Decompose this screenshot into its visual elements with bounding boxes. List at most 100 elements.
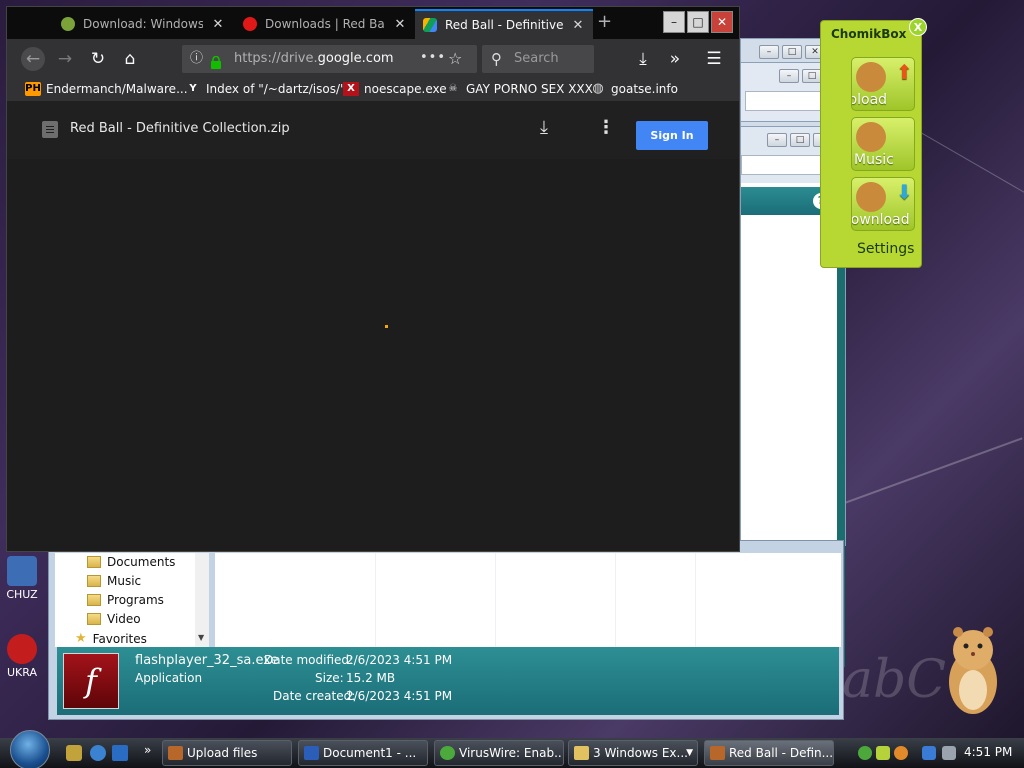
hamster-mascot-icon[interactable] — [940, 620, 1006, 716]
bookmark-goatse[interactable]: ◍ goatse.info — [590, 82, 678, 97]
sign-in-button[interactable]: Sign In — [636, 121, 708, 150]
taskbar-item-upload-files[interactable]: Upload files — [162, 740, 292, 766]
hamster-headphones-icon — [856, 122, 886, 152]
scrollbar[interactable]: ▼ — [195, 553, 209, 647]
chevron-down-icon: ▼ — [686, 748, 693, 758]
close-tab-icon[interactable]: ✕ — [393, 17, 407, 32]
taskbar-item-windows-explorer[interactable]: 3 Windows Ex... ▼ — [568, 740, 698, 766]
maximize-button[interactable]: □ — [782, 45, 802, 59]
tab-label: Downloads | Red Ball — [265, 17, 385, 31]
clock[interactable]: 4:51 PM — [964, 745, 1012, 759]
maximize-button[interactable]: □ — [802, 69, 822, 83]
tab-red-ball-collection[interactable]: Red Ball - Definitive Co ✕ — [415, 9, 593, 39]
arrow-up-icon: ⬆ — [896, 60, 913, 84]
taskbar-item-viruswire[interactable]: VirusWire: Enab... — [434, 740, 564, 766]
tab-downloads-red-ball[interactable]: Downloads | Red Ball ✕ — [235, 9, 415, 39]
flash-player-icon: f — [63, 653, 119, 709]
show-desktop-icon[interactable] — [112, 745, 128, 761]
hamster-icon — [856, 182, 886, 212]
quick-launch-icon[interactable] — [66, 745, 82, 761]
desktop-icon-chuz[interactable]: CHUZ — [0, 556, 44, 601]
ie-icon[interactable] — [90, 745, 106, 761]
settings-link[interactable]: Settings — [857, 241, 914, 257]
firefox-window[interactable]: Download: Windows ✕ Downloads | Red Ball… — [6, 6, 740, 552]
back-icon[interactable]: ← — [21, 47, 45, 71]
column-divider — [495, 553, 496, 647]
download-icon[interactable]: ⤓ — [540, 117, 548, 138]
chomikbox-widget[interactable]: ChomikBox X ⬆ Upload Music ⬇ Download Se… — [820, 18, 927, 268]
shortcut-icon — [7, 556, 37, 586]
maximize-button[interactable]: □ — [687, 11, 709, 33]
bookmark-noescape[interactable]: X noescape.exe — [343, 82, 447, 96]
network-tray-icon[interactable] — [858, 746, 872, 760]
hamster-icon — [856, 62, 886, 92]
bookmark-label: Index of "/~dartz/isos/" — [206, 82, 346, 96]
downloads-icon[interactable]: ⤓ — [631, 47, 655, 71]
minimize-button[interactable]: – — [663, 11, 685, 33]
info-icon[interactable]: ⓘ — [190, 45, 203, 73]
tree-item-video[interactable]: Video — [87, 612, 141, 626]
search-tray-icon[interactable] — [894, 746, 908, 760]
bookmark-index-dartz[interactable]: Y Index of "/~dartz/isos/" — [185, 82, 346, 96]
ycombinator-icon: Y — [189, 83, 197, 94]
system-tray: 4:51 PM — [852, 738, 1024, 768]
minimize-button[interactable]: – — [759, 45, 779, 59]
bookmark-gay-porno[interactable]: ☠ GAY PORNO SEX XXX — [445, 82, 593, 96]
desktop-icon-ukra[interactable]: UKRA — [0, 634, 44, 679]
tree-item-programs[interactable]: Programs — [87, 593, 164, 607]
bookmark-label: noescape.exe — [364, 82, 447, 96]
minimize-button[interactable]: – — [779, 69, 799, 83]
volume-muted-icon[interactable] — [942, 746, 956, 760]
new-tab-button[interactable]: + — [597, 13, 612, 31]
home-icon[interactable]: ⌂ — [118, 47, 142, 71]
tree-item-label: Programs — [107, 593, 164, 607]
music-button[interactable]: Music — [851, 117, 915, 171]
close-tab-icon[interactable]: ✕ — [571, 18, 585, 33]
bookmark-star-icon[interactable]: ☆ — [448, 45, 462, 73]
download-label: Download — [851, 212, 910, 228]
maximize-button[interactable]: □ — [790, 133, 810, 147]
chomik-tray-icon[interactable] — [876, 746, 890, 760]
taskbar-item-red-ball[interactable]: Red Ball - Defin... — [704, 740, 834, 766]
url-bar[interactable]: ⓘ https://drive.google.com ••• ☆ — [182, 45, 477, 73]
lock-icon[interactable] — [210, 52, 222, 69]
forward-icon[interactable]: → — [53, 47, 77, 71]
taskbar-item-label: Red Ball - Defin... — [729, 746, 834, 760]
search-input[interactable]: ⚲ Search — [482, 45, 594, 73]
navigation-toolbar: ← → ↻ ⌂ ⓘ https://drive.google.com ••• ☆… — [7, 39, 739, 79]
bookmark-endermanch[interactable]: PH Endermanch/Malware... — [25, 82, 188, 96]
page-actions-icon[interactable]: ••• — [420, 44, 446, 72]
tree-item-label: Documents — [107, 555, 176, 569]
display-tray-icon[interactable] — [922, 746, 936, 760]
overflow-menu-icon[interactable]: » — [663, 47, 687, 71]
start-button[interactable] — [10, 730, 50, 768]
date-created-label: Date created: — [273, 689, 356, 703]
details-file-name: flashplayer_32_sa.exe — [135, 653, 279, 668]
upload-button[interactable]: ⬆ Upload — [851, 57, 915, 111]
reload-icon[interactable]: ↻ — [86, 47, 110, 71]
taskbar-item-document1[interactable]: Document1 - ... — [298, 740, 428, 766]
download-button[interactable]: ⬇ Download — [851, 177, 915, 231]
tree-item-favorites[interactable]: ★ Favorites — [75, 631, 147, 646]
url-text[interactable]: https://drive.google.com — [234, 45, 394, 73]
hamburger-menu-icon[interactable]: ☰ — [702, 47, 726, 71]
close-tab-icon[interactable]: ✕ — [211, 17, 225, 32]
tree-item-documents[interactable]: Documents — [87, 555, 175, 569]
close-button[interactable]: ✕ — [711, 11, 733, 33]
file-list[interactable] — [215, 553, 841, 647]
close-icon[interactable]: X — [909, 18, 927, 36]
navigation-tree[interactable]: Documents Music Programs Video ★ Favorite… — [55, 553, 209, 647]
radiation-icon — [7, 634, 37, 664]
quick-launch-more[interactable]: » — [144, 743, 151, 757]
desktop-icon-label: UKRA — [7, 666, 37, 679]
scroll-down-icon[interactable]: ▼ — [198, 633, 204, 642]
word-icon — [304, 746, 319, 760]
size-label: Size: — [315, 671, 344, 685]
tab-download-windows[interactable]: Download: Windows ✕ — [53, 9, 233, 39]
explorer-window[interactable]: Documents Music Programs Video ★ Favorite… — [48, 540, 844, 720]
tree-item-label: Favorites — [92, 631, 147, 646]
minimize-button[interactable]: – — [767, 133, 787, 147]
tree-item-music[interactable]: Music — [87, 574, 141, 588]
more-options-icon[interactable]: ⋮ — [597, 117, 615, 138]
upload-label: Upload — [852, 92, 888, 108]
